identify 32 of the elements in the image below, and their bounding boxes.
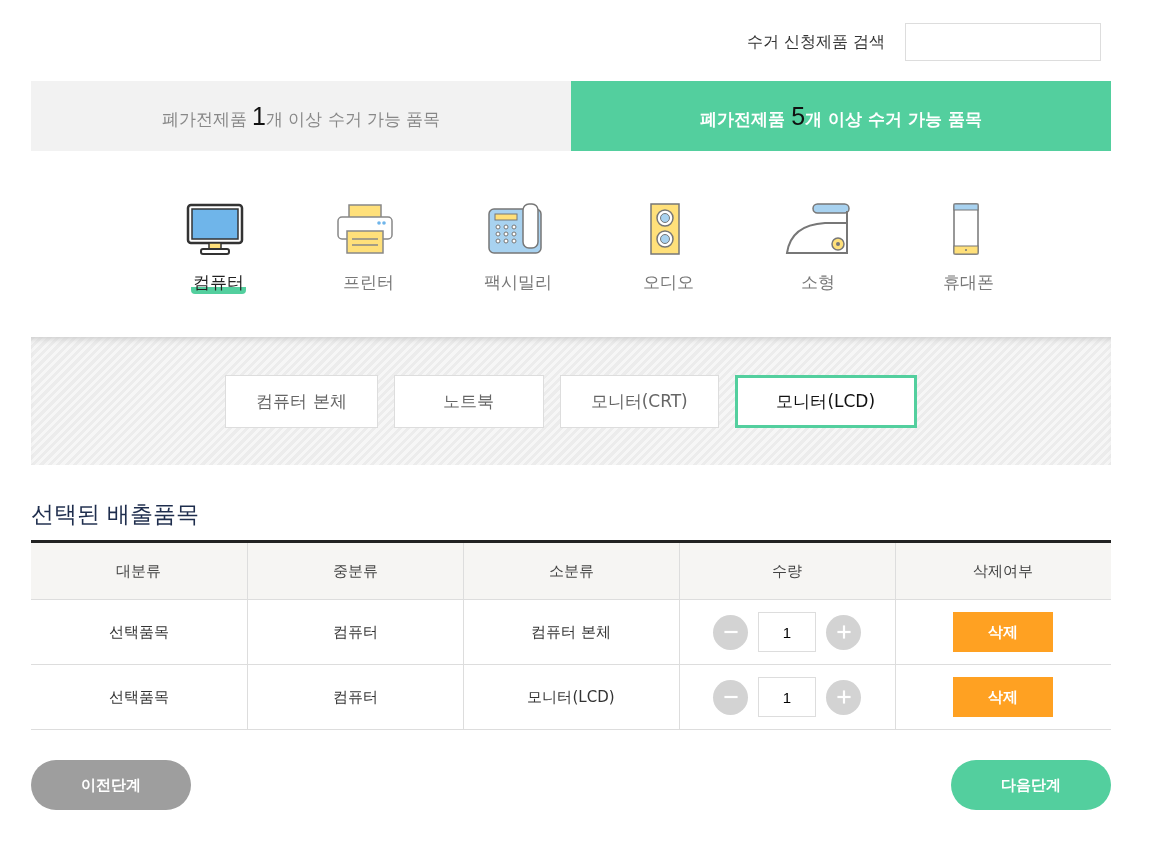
column-header: 수량 — [679, 541, 895, 600]
table-cell: 컴퓨터 — [247, 599, 463, 665]
plus-button[interactable] — [826, 614, 861, 650]
subcategory-button[interactable]: 모니터(CRT) — [559, 374, 719, 428]
category-label[interactable]: 휴대폰 — [940, 271, 996, 294]
column-header: 삭제여부 — [895, 541, 1111, 600]
category-label[interactable]: 프린터 — [340, 271, 396, 294]
category-label[interactable]: 팩시밀리 — [482, 271, 554, 294]
minus-button[interactable] — [713, 614, 748, 650]
plus-button[interactable] — [826, 679, 861, 715]
category-label[interactable]: 소형 — [799, 271, 837, 294]
subcategory-button[interactable]: 컴퓨터 본체 — [225, 374, 378, 428]
quantity-field[interactable]: 1 — [758, 677, 816, 717]
table-cell: 선택품목 — [31, 599, 247, 665]
minus-button[interactable] — [713, 679, 748, 715]
tab[interactable]: 폐가전제품 1개 이상 수거 가능 품목 — [31, 81, 571, 151]
category-label[interactable]: 오디오 — [640, 271, 696, 294]
search-label: 수거 신청제품 검색 — [746, 31, 885, 53]
quantity-field[interactable]: 1 — [758, 612, 816, 652]
table-cell: 모니터(LCD) — [463, 664, 679, 730]
iron-icon[interactable] — [785, 201, 851, 257]
column-header: 대분류 — [31, 541, 247, 600]
column-header: 소분류 — [463, 541, 679, 600]
subcategory-button[interactable]: 모니터(LCD) — [734, 374, 917, 428]
subcategory-button[interactable]: 노트북 — [393, 374, 544, 428]
table-cell: 선택품목 — [31, 664, 247, 730]
section-title: 선택된 배출품목 — [31, 500, 201, 529]
tab[interactable]: 폐가전제품 5개 이상 수거 가능 품목 — [571, 81, 1111, 151]
table-cell: 컴퓨터 본체 — [463, 599, 679, 665]
table-cell: 컴퓨터 — [247, 664, 463, 730]
column-header: 중분류 — [247, 541, 463, 600]
search-field[interactable] — [905, 23, 1101, 61]
